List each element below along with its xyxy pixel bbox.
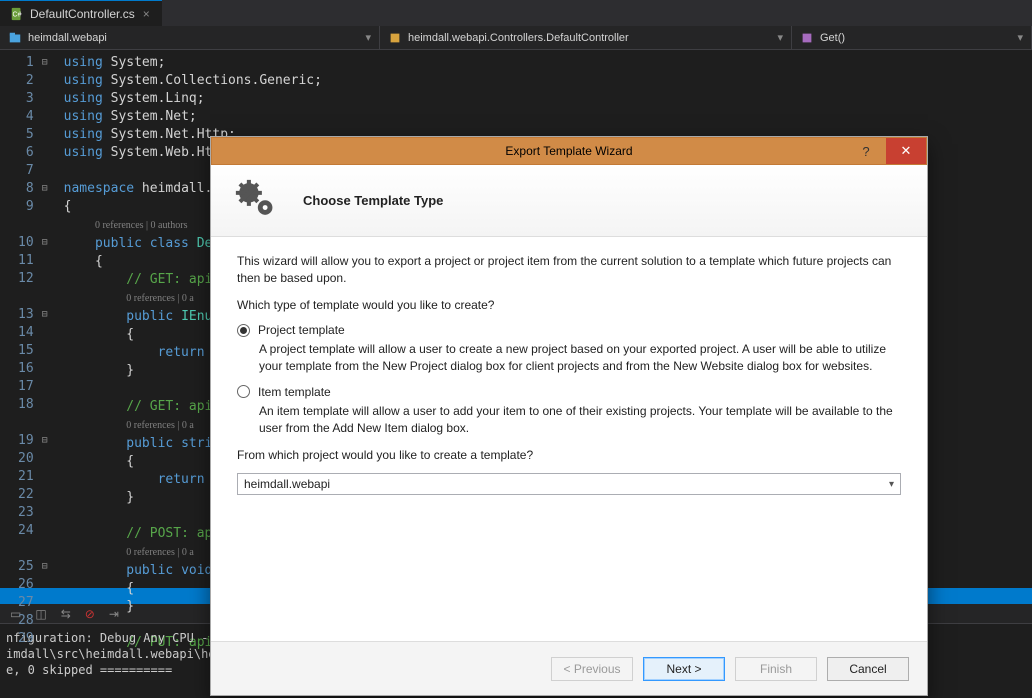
dialog-header: Choose Template Type: [211, 165, 927, 237]
method-icon: [800, 31, 814, 45]
chevron-down-icon: ▾: [1017, 31, 1023, 44]
svg-text:C#: C#: [13, 11, 22, 18]
chevron-down-icon: ▾: [889, 479, 894, 490]
dropdown-value: heimdall.webapi: [244, 477, 330, 491]
context-project[interactable]: heimdall.webapi ▾: [0, 26, 380, 49]
radio-project-desc: A project template will allow a user to …: [259, 341, 901, 375]
tab-bar: C# DefaultController.cs ×: [0, 0, 1032, 26]
radio-label: Item template: [258, 385, 331, 399]
line-gutter: 1 ⊟ 2 3 4 5 6 7 8 ⊟ 9 10 ⊟ 11 12 13 ⊟ 14…: [0, 50, 56, 588]
dialog-footer: < Previous Next > Finish Cancel: [211, 641, 927, 695]
dialog-title: Export Template Wizard: [505, 144, 632, 158]
output-opt-icon[interactable]: ⇆: [61, 607, 71, 621]
dialog-intro: This wizard will allow you to export a p…: [237, 253, 901, 287]
cancel-button[interactable]: Cancel: [827, 657, 909, 681]
context-method-text: Get(): [820, 32, 845, 44]
project-icon: [8, 31, 22, 45]
dialog-body: This wizard will allow you to export a p…: [211, 237, 927, 641]
editor-tab[interactable]: C# DefaultController.cs ×: [0, 0, 162, 26]
dialog-question: Which type of template would you like to…: [237, 297, 901, 314]
radio-label: Project template: [258, 323, 345, 337]
fold-icon[interactable]: ⊟: [38, 234, 48, 252]
chevron-down-icon: ▾: [777, 31, 783, 44]
export-template-dialog: Export Template Wizard ? ✕ Choose Templa…: [210, 136, 928, 696]
radio-checked-icon: [237, 324, 250, 337]
radio-project-template[interactable]: Project template: [237, 323, 901, 337]
csharp-file-icon: C#: [10, 7, 24, 21]
context-class-text: heimdall.webapi.Controllers.DefaultContr…: [408, 32, 629, 44]
finish-button: Finish: [735, 657, 817, 681]
previous-button: < Previous: [551, 657, 633, 681]
dialog-header-title: Choose Template Type: [303, 193, 443, 208]
project-select-label: From which project would you like to cre…: [237, 447, 901, 464]
fold-icon[interactable]: ⊟: [38, 558, 48, 576]
close-button[interactable]: ✕: [886, 138, 926, 164]
context-class[interactable]: heimdall.webapi.Controllers.DefaultContr…: [380, 26, 792, 49]
fold-icon[interactable]: ⊟: [38, 54, 48, 72]
context-method[interactable]: Get() ▾: [792, 26, 1032, 49]
tab-filename: DefaultController.cs: [30, 7, 135, 21]
radio-item-template[interactable]: Item template: [237, 385, 901, 399]
fold-icon[interactable]: ⊟: [38, 432, 48, 450]
gears-icon: [231, 175, 283, 227]
dialog-titlebar[interactable]: Export Template Wizard ? ✕: [211, 137, 927, 165]
radio-item-desc: An item template will allow a user to ad…: [259, 403, 901, 437]
chevron-down-icon: ▾: [365, 31, 371, 44]
radio-unchecked-icon: [237, 385, 250, 398]
context-project-text: heimdall.webapi: [28, 32, 107, 44]
help-button[interactable]: ?: [846, 138, 886, 164]
nav-icon[interactable]: ⇥: [109, 607, 119, 621]
fold-icon[interactable]: ⊟: [38, 180, 48, 198]
project-dropdown[interactable]: heimdall.webapi ▾: [237, 473, 901, 495]
class-icon: [388, 31, 402, 45]
fold-icon[interactable]: ⊟: [38, 306, 48, 324]
tab-close-icon[interactable]: ×: [141, 7, 152, 21]
error-icon[interactable]: ⊘: [85, 607, 95, 621]
next-button[interactable]: Next >: [643, 657, 725, 681]
context-bar: heimdall.webapi ▾ heimdall.webapi.Contro…: [0, 26, 1032, 50]
